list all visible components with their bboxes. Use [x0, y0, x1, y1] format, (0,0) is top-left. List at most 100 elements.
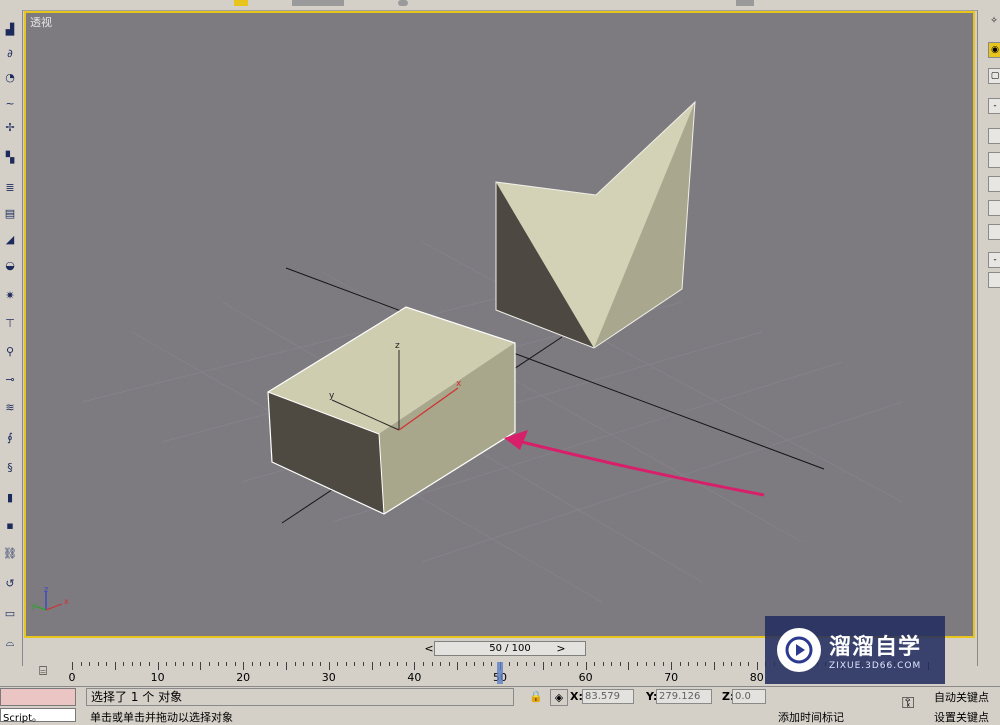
perspective-viewport[interactable]: 透视 z y x z y x	[24, 11, 975, 638]
trackbar-tick	[226, 662, 228, 666]
curve-icon[interactable]: ~	[3, 96, 17, 110]
bone-icon[interactable]: ⊸	[3, 372, 17, 386]
trackbar-tick	[268, 662, 270, 666]
set-key-button[interactable]: 设置关键点	[934, 709, 989, 725]
trackbar-tick	[200, 662, 202, 670]
trackbar-tick	[679, 662, 681, 666]
lock-icon[interactable]: 🔒	[528, 689, 544, 704]
trackbar-tick	[448, 662, 450, 666]
bar-icon[interactable]: ▮	[3, 490, 17, 504]
category-dropdown[interactable]: ▢	[988, 68, 1000, 84]
chain-icon[interactable]: ⛓	[3, 546, 17, 560]
brush-icon[interactable]: ◒	[3, 258, 17, 272]
trackbar-tick	[354, 662, 356, 666]
pin-icon[interactable]: ⚲	[3, 344, 17, 358]
rollout-collapse[interactable]: -	[988, 252, 1000, 268]
frame-icon[interactable]: ▭	[3, 606, 17, 620]
trackbar-tick	[328, 662, 330, 670]
time-next-button[interactable]: >	[554, 641, 568, 656]
paint-icon[interactable]: ◢	[3, 232, 17, 246]
trackbar-tick	[303, 662, 305, 666]
watermark-title: 溜溜自学	[829, 635, 922, 660]
trackbar-tick-label: 70	[664, 671, 679, 684]
trackbar-tick	[72, 662, 73, 670]
trackbar-tick	[80, 662, 82, 666]
trackbar-tick	[149, 662, 151, 666]
move-icon[interactable]: ✢	[3, 120, 17, 134]
panel-button[interactable]	[988, 152, 1000, 168]
x-label: X:	[570, 690, 583, 703]
panel-button[interactable]	[988, 224, 1000, 240]
trackbar-tick	[371, 662, 373, 670]
square-icon[interactable]: ▪	[3, 518, 17, 532]
stack-icon[interactable]: ≣	[3, 180, 17, 194]
hammer-icon[interactable]: ⊤	[3, 316, 17, 330]
trackbar-current-marker[interactable]	[497, 662, 503, 684]
tripod-y-label: y	[31, 601, 36, 610]
trackbar-tick	[645, 662, 647, 666]
curve-editor-icon[interactable]: ⌸	[32, 662, 54, 680]
prompt-line: 单击或单击并拖动以选择对象	[90, 711, 233, 724]
trackbar-tick	[286, 662, 287, 670]
panel-button[interactable]	[988, 200, 1000, 216]
create-icon[interactable]: ▟	[3, 22, 17, 36]
trackbar-tick	[474, 662, 476, 666]
trackbar-tick	[234, 662, 236, 666]
toolbar-dropdown[interactable]	[292, 0, 344, 6]
rollout-collapse[interactable]: -	[988, 98, 1000, 114]
layer-icon[interactable]: ▚	[3, 150, 17, 164]
trackbar-tick	[465, 662, 467, 666]
trackbar-tick-label: 10	[150, 671, 165, 684]
key-icon[interactable]: ⚿	[902, 693, 914, 713]
gizmo-z-label: z	[395, 341, 400, 351]
trackbar-tick	[654, 662, 656, 666]
trackbar-tick	[208, 662, 210, 666]
y-coordinate-field[interactable]: 279.126	[656, 689, 712, 704]
toolbar-icon[interactable]	[398, 0, 408, 6]
trackbar-tick	[705, 662, 707, 666]
trackbar-tick	[157, 662, 159, 670]
link-icon[interactable]: ∂	[3, 46, 17, 60]
toolbar-selected-icon[interactable]	[234, 0, 248, 6]
sphere-icon[interactable]: ◔	[3, 70, 17, 84]
wave-icon[interactable]: ≋	[3, 400, 17, 414]
create-tab-icon[interactable]: ✧	[988, 14, 1000, 28]
maxscript-listener[interactable]	[0, 688, 76, 706]
trackbar-tick	[405, 662, 407, 666]
gear-icon[interactable]: ✷	[3, 288, 17, 302]
trackbar-tick	[577, 662, 579, 666]
toolbar-icon[interactable]	[736, 0, 754, 6]
trackbar-tick	[568, 662, 570, 666]
x-coordinate-field[interactable]: 83.579	[582, 689, 634, 704]
trackbar-tick	[688, 662, 690, 666]
geometry-icon[interactable]: ◉	[988, 42, 1000, 58]
trackbar-tick-label: 30	[321, 671, 336, 684]
trackbar-tick	[414, 662, 416, 670]
trackbar-tick	[628, 662, 630, 670]
auto-key-button[interactable]: 自动关键点	[934, 689, 989, 705]
trackbar-tick	[337, 662, 339, 666]
panel-button[interactable]	[988, 128, 1000, 144]
trackbar-tick	[260, 662, 262, 666]
name-field[interactable]	[988, 272, 1000, 288]
clip-icon[interactable]: ⌓	[3, 636, 17, 650]
trackbar-tick	[722, 662, 724, 666]
trackbar-tick	[551, 662, 553, 666]
trackbar-tick	[380, 662, 382, 666]
trackbar-tick	[534, 662, 536, 666]
trackbar-tick	[388, 662, 390, 666]
loop-icon[interactable]: ∮	[3, 430, 17, 444]
add-time-tag-button[interactable]: 添加时间标记	[778, 709, 888, 724]
box-icon[interactable]: ▤	[3, 206, 17, 220]
z-coordinate-field[interactable]: 0.0	[732, 689, 766, 704]
scene-canvas[interactable]: z y x z y x	[26, 13, 973, 636]
panel-button[interactable]	[988, 176, 1000, 192]
trackbar-tick	[89, 662, 91, 666]
trackbar-tick	[594, 662, 596, 666]
transform-mode-icon[interactable]: ◈	[550, 689, 568, 706]
trackbar-tick	[294, 662, 296, 666]
trackbar-tick-label: 40	[407, 671, 422, 684]
swirl-icon[interactable]: §	[3, 460, 17, 474]
rotate-icon[interactable]: ↺	[3, 576, 17, 590]
trackbar-tick	[482, 662, 484, 666]
